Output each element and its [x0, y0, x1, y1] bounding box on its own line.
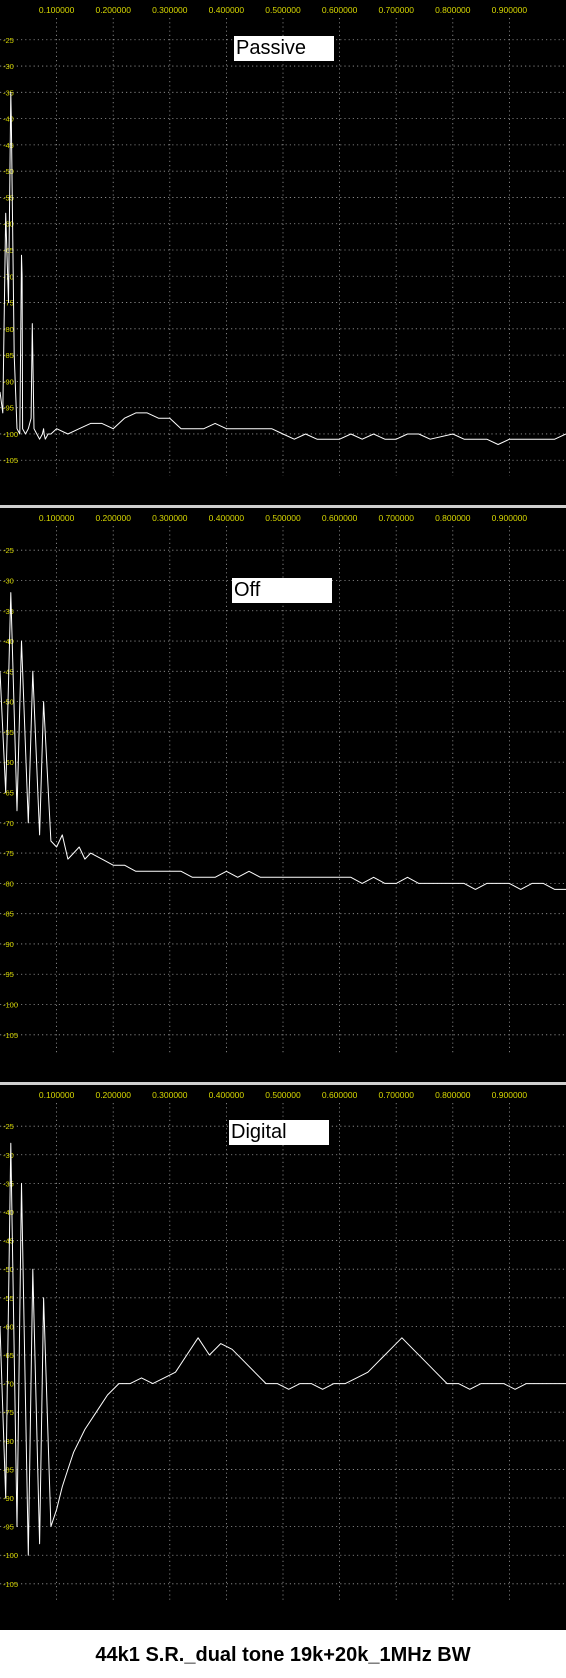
y-tick-label: -40	[3, 115, 14, 124]
y-tick-label: -70	[3, 1380, 14, 1389]
x-tick-label: 0.400000	[209, 513, 245, 523]
y-tick-label: -90	[3, 940, 14, 949]
y-tick-label: -95	[3, 970, 14, 979]
y-tick-label: -25	[3, 546, 14, 555]
y-tick-label: -30	[3, 576, 14, 585]
spectrum-trace	[0, 1142, 566, 1556]
panel-title-digital: Digital	[229, 1120, 329, 1145]
x-tick-label: 0.600000	[322, 1090, 358, 1100]
x-tick-label: 0.900000	[492, 5, 528, 15]
x-tick-label: 0.600000	[322, 513, 358, 523]
y-tick-label: -45	[3, 141, 14, 150]
chart-digital: 0.100000 0.200000 0.300000 0.400000 0.500000…	[0, 1090, 566, 1601]
figure-caption: 44k1 S.R._dual tone 19k+20k_1MHz BW	[95, 1644, 471, 1666]
y-tick-label: -105	[3, 456, 18, 465]
panel-title-passive: Passive	[234, 36, 334, 61]
y-tick-label: -80	[3, 879, 14, 888]
y-tick-label: -50	[3, 1265, 14, 1274]
y-tick-label: -90	[3, 377, 14, 386]
y-tick-label: -30	[3, 62, 14, 71]
y-tick-label: -70	[3, 819, 14, 828]
x-tick-label: 0.900000	[492, 1090, 528, 1100]
y-tick-label: -25	[3, 1122, 14, 1131]
y-tick-label: -105	[3, 1580, 18, 1589]
y-tick-label: -80	[3, 1437, 14, 1446]
y-tick-label: -25	[3, 36, 14, 45]
y-tick-label: -105	[3, 1031, 18, 1040]
spectrum-panel-digital: 0.100000 0.200000 0.300000 0.400000 0.500000…	[0, 1085, 566, 1630]
y-tick-label: -100	[3, 1001, 18, 1010]
x-tick-label: 0.500000	[265, 1090, 301, 1100]
y-tick-label: -35	[3, 88, 14, 97]
panel-title-off: Off	[232, 578, 332, 603]
x-tick-label: 0.200000	[95, 513, 131, 523]
x-tick-label: 0.400000	[209, 1090, 245, 1100]
y-tick-label: -90	[3, 1494, 14, 1503]
y-tick-label: -35	[3, 1179, 14, 1188]
y-tick-label: -75	[3, 849, 14, 858]
y-tick-label: -55	[3, 728, 14, 737]
x-tick-label: 0.700000	[378, 1090, 414, 1100]
spectrum-panel-passive: 0.100000 0.200000 0.300000 0.400000 0.500000…	[0, 0, 566, 505]
x-tick-label: 0.300000	[152, 5, 188, 15]
x-tick-label: 0.700000	[378, 5, 414, 15]
x-tick-label: 0.500000	[265, 5, 301, 15]
x-tick-label: 0.800000	[435, 1090, 471, 1100]
spectrum-panel-off: 0.100000 0.200000 0.300000 0.400000 0.500000…	[0, 508, 566, 1082]
y-tick-label: -100	[3, 1551, 18, 1560]
x-tick-label: 0.700000	[378, 513, 414, 523]
chart-passive: 0.100000 0.200000 0.300000 0.400000 0.500000…	[0, 5, 566, 476]
x-tick-label: 0.800000	[435, 513, 471, 523]
y-tick-label: -95	[3, 1523, 14, 1532]
y-tick-label: -65	[3, 1351, 14, 1360]
x-tick-label: 0.600000	[322, 5, 358, 15]
y-tick-label: -100	[3, 430, 18, 439]
x-tick-label: 0.200000	[95, 5, 131, 15]
x-tick-label: 0.300000	[152, 1090, 188, 1100]
x-tick-label: 0.300000	[152, 513, 188, 523]
x-tick-label: 0.100000	[39, 513, 75, 523]
y-tick-label: -80	[3, 325, 14, 334]
x-tick-label: 0.100000	[39, 5, 75, 15]
y-tick-label: -95	[3, 404, 14, 413]
y-tick-label: -85	[3, 910, 14, 919]
x-tick-label: 0.100000	[39, 1090, 75, 1100]
y-tick-label: -65	[3, 789, 14, 798]
y-tick-label: -75	[3, 1408, 14, 1417]
x-tick-label: 0.800000	[435, 5, 471, 15]
x-tick-label: 0.900000	[492, 513, 528, 523]
y-tick-label: -35	[3, 607, 14, 616]
x-tick-label: 0.200000	[95, 1090, 131, 1100]
y-tick-label: -85	[3, 351, 14, 360]
x-tick-label: 0.500000	[265, 513, 301, 523]
x-tick-label: 0.400000	[209, 5, 245, 15]
y-tick-label: -30	[3, 1151, 14, 1160]
